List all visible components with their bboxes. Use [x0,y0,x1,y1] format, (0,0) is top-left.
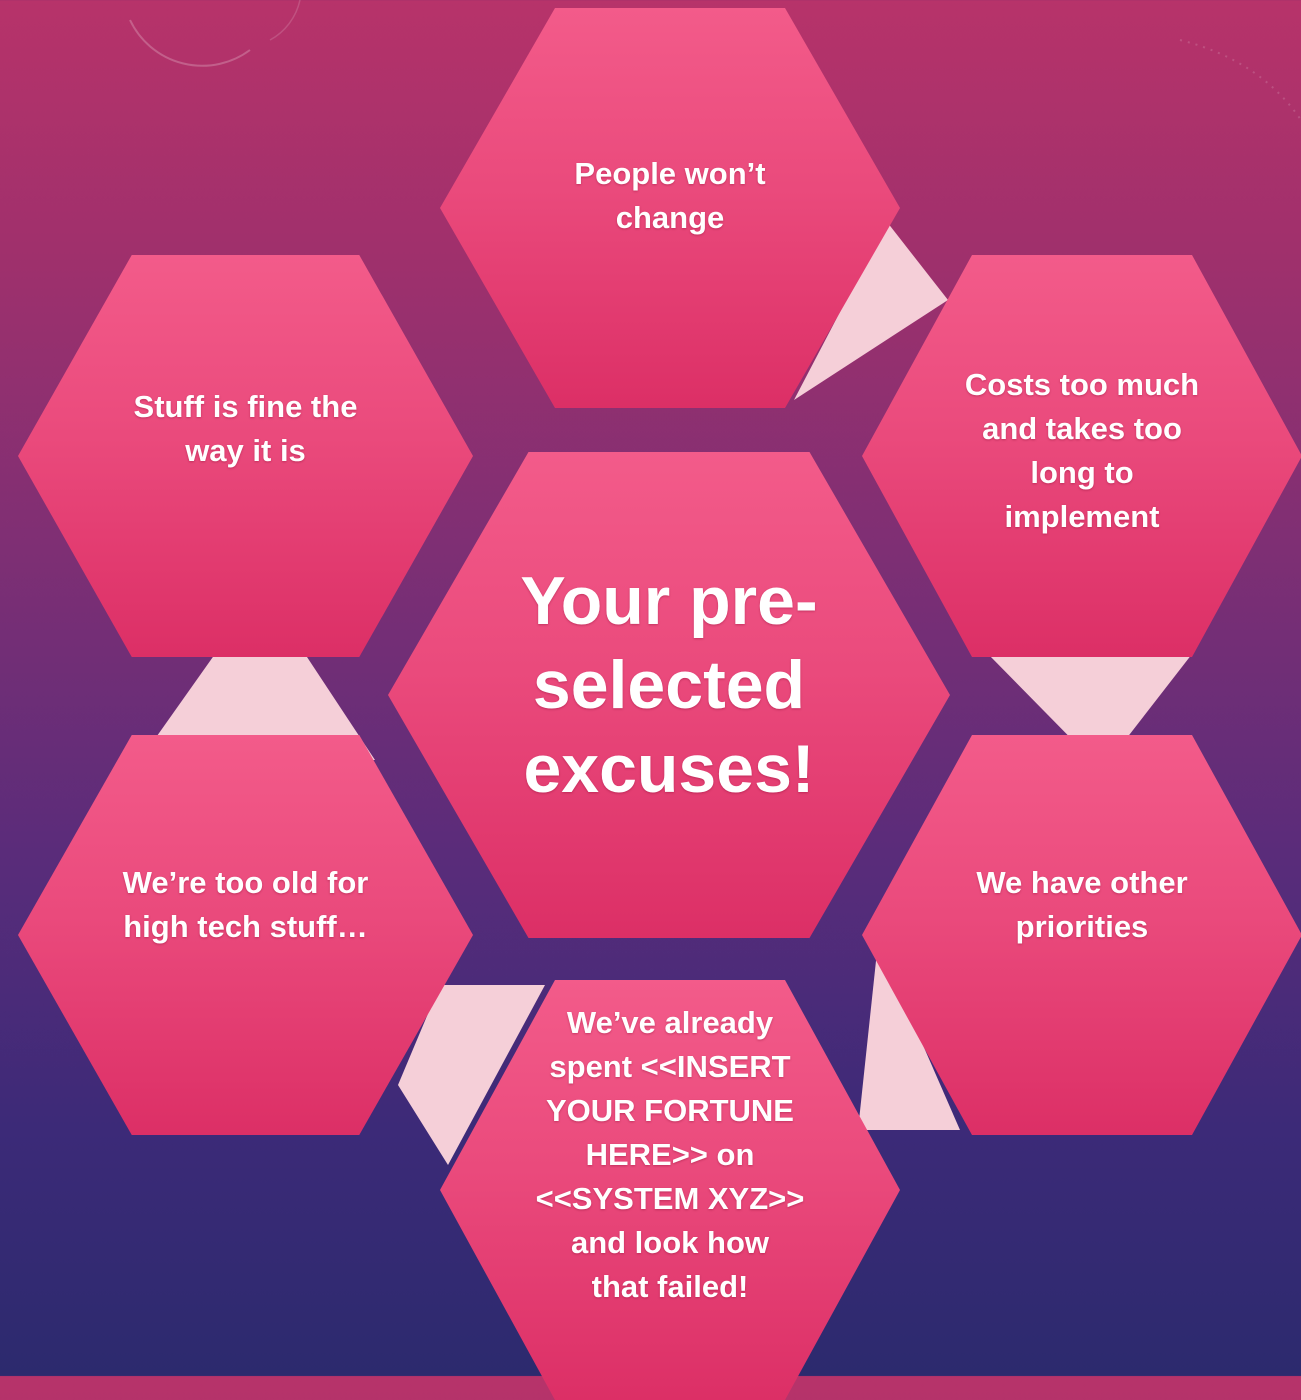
excuse-line: <<SYSTEM XYZ>> [535,1181,805,1216]
excuse-line: Stuff is fine the [133,388,358,424]
center-title-line: Your pre- [520,563,818,639]
excuse-line: and look how [570,1225,770,1260]
excuse-line: that failed! [591,1269,749,1304]
excuse-line: People won’t [574,155,766,191]
excuse-line: and takes too [982,411,1182,446]
excuse-line: way it is [185,432,306,468]
excuse-line: long to [1030,455,1134,490]
excuse-line: HERE>> on [585,1137,755,1172]
excuse-line: Costs too much [964,367,1200,402]
center-title-line: excuses! [523,731,815,807]
excuse-line: spent <<INSERT [549,1049,791,1084]
excuse-line: We have other [976,865,1188,900]
excuse-line: change [615,199,725,235]
excuse-label-top-right: Costs too much and takes too long to imp… [965,363,1199,539]
excuse-label-top-left: Stuff is fine the way it is [134,385,358,473]
excuse-label-top: People won’t change [574,152,765,240]
excuse-line: We’ve already [566,1005,774,1040]
excuse-label-bottom: We’ve already spent <<INSERT YOUR FORTUN… [536,1001,805,1309]
excuse-line: We’re too old for [122,865,369,900]
excuse-line: YOUR FORTUNE [545,1093,794,1128]
excuse-line: priorities [1015,909,1149,944]
excuse-label-bottom-right: We have other priorities [976,861,1187,949]
excuse-label-bottom-left: We’re too old for high tech stuff… [123,861,369,949]
center-title: Your pre- selected excuses! [520,559,817,811]
excuse-line: high tech stuff… [123,909,368,944]
center-title-line: selected [532,647,806,723]
excuse-line: implement [1004,499,1160,534]
